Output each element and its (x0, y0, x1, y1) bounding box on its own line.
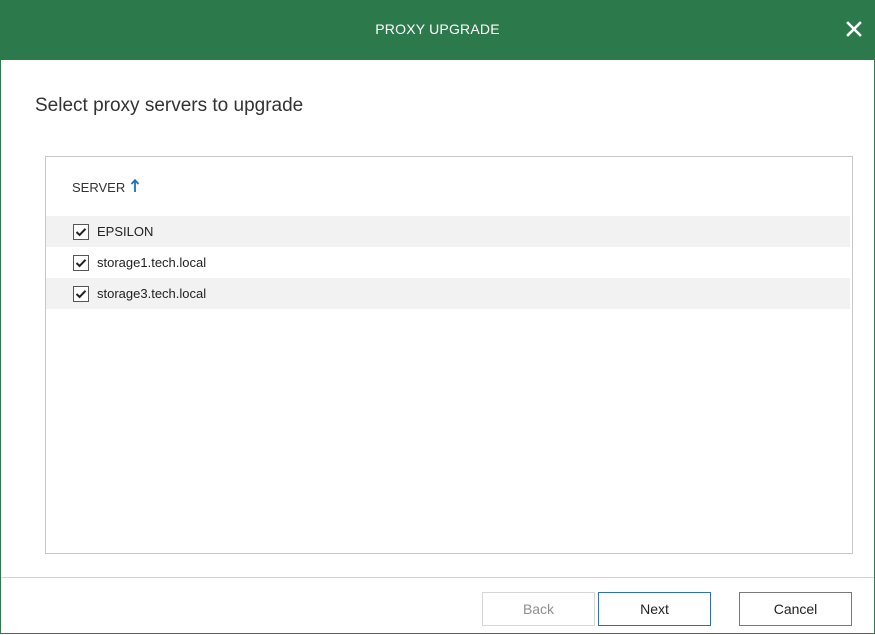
table-row[interactable]: storage3.tech.local (46, 278, 850, 309)
server-list-panel: SERVER EPSILON storage1.tech.local stora… (45, 156, 853, 554)
checkmark-icon (75, 227, 87, 236)
checkmark-icon (75, 258, 87, 267)
close-button[interactable] (841, 16, 867, 42)
column-header-label: SERVER (72, 180, 126, 195)
row-checkbox[interactable] (73, 254, 89, 271)
proxy-upgrade-dialog: PROXY UPGRADE Select proxy servers to up… (0, 0, 875, 634)
column-header-server[interactable]: SERVER (72, 178, 140, 196)
cancel-button[interactable]: Cancel (739, 592, 852, 626)
close-icon (846, 21, 862, 37)
server-name: storage1.tech.local (97, 255, 207, 270)
page-heading: Select proxy servers to upgrade (35, 95, 304, 116)
server-name: EPSILON (97, 224, 154, 239)
footer-divider (1, 577, 874, 578)
row-checkbox[interactable] (73, 223, 89, 240)
table-row[interactable]: EPSILON (46, 216, 850, 247)
title-bar: PROXY UPGRADE (0, 0, 875, 60)
checkmark-icon (75, 289, 87, 298)
row-checkbox[interactable] (73, 285, 89, 302)
next-button[interactable]: Next (598, 592, 711, 626)
server-rows: EPSILON storage1.tech.local storage3.tec… (46, 216, 852, 309)
back-button[interactable]: Back (482, 592, 595, 626)
window-title: PROXY UPGRADE (375, 21, 500, 37)
server-name: storage3.tech.local (97, 286, 207, 301)
arrow-up-icon (130, 178, 140, 196)
table-row[interactable]: storage1.tech.local (46, 247, 850, 278)
